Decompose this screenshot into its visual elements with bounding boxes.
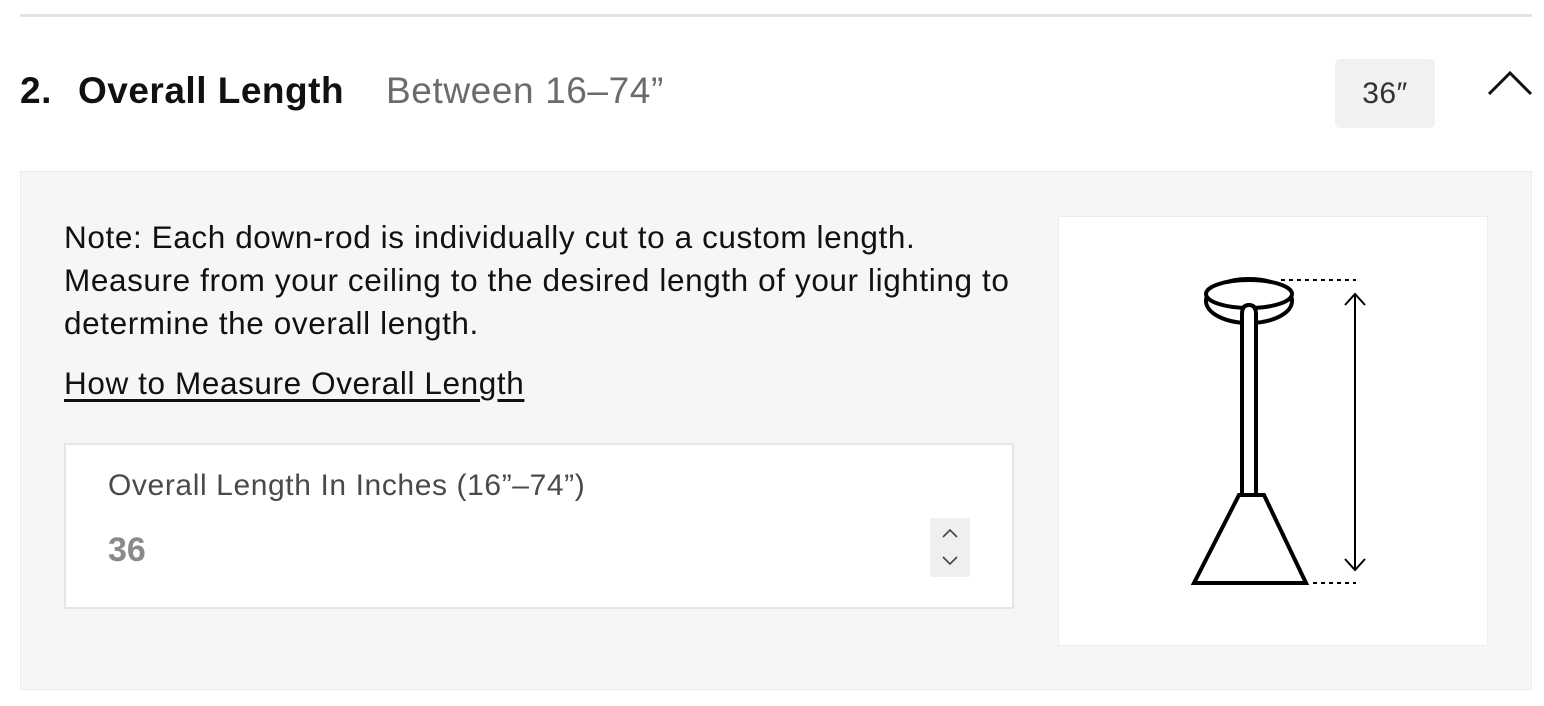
collapse-button[interactable] (1486, 64, 1534, 100)
overall-length-label: Overall Length In Inches (16”–74”) (108, 469, 586, 502)
chevron-up-icon (942, 528, 958, 538)
stepper-increment-button[interactable] (930, 518, 970, 547)
step-number: 2. (20, 70, 52, 111)
how-to-measure-link[interactable]: How to Measure Overall Length (64, 365, 524, 402)
pendant-light-diagram-icon (1190, 277, 1366, 585)
selected-value-badge: 36″ (1335, 59, 1435, 128)
down-rod-note: Note: Each down-rod is individually cut … (64, 219, 1010, 341)
length-diagram-card (1058, 216, 1488, 646)
section-header-overall-length[interactable]: 2. Overall Length Between 16–74” 36″ (20, 58, 1534, 128)
chevron-up-icon (1487, 70, 1533, 96)
range-hint: Between 16–74” (386, 70, 664, 111)
overall-length-panel: Note: Each down-rod is individually cut … (20, 171, 1532, 690)
overall-length-input[interactable] (106, 525, 868, 575)
overall-length-field: Overall Length In Inches (16”–74”) (64, 443, 1014, 609)
length-stepper (930, 518, 970, 577)
stepper-decrement-button[interactable] (930, 548, 970, 577)
top-divider (20, 14, 1532, 17)
section-title: Overall Length (78, 70, 345, 111)
chevron-down-icon (942, 556, 958, 566)
